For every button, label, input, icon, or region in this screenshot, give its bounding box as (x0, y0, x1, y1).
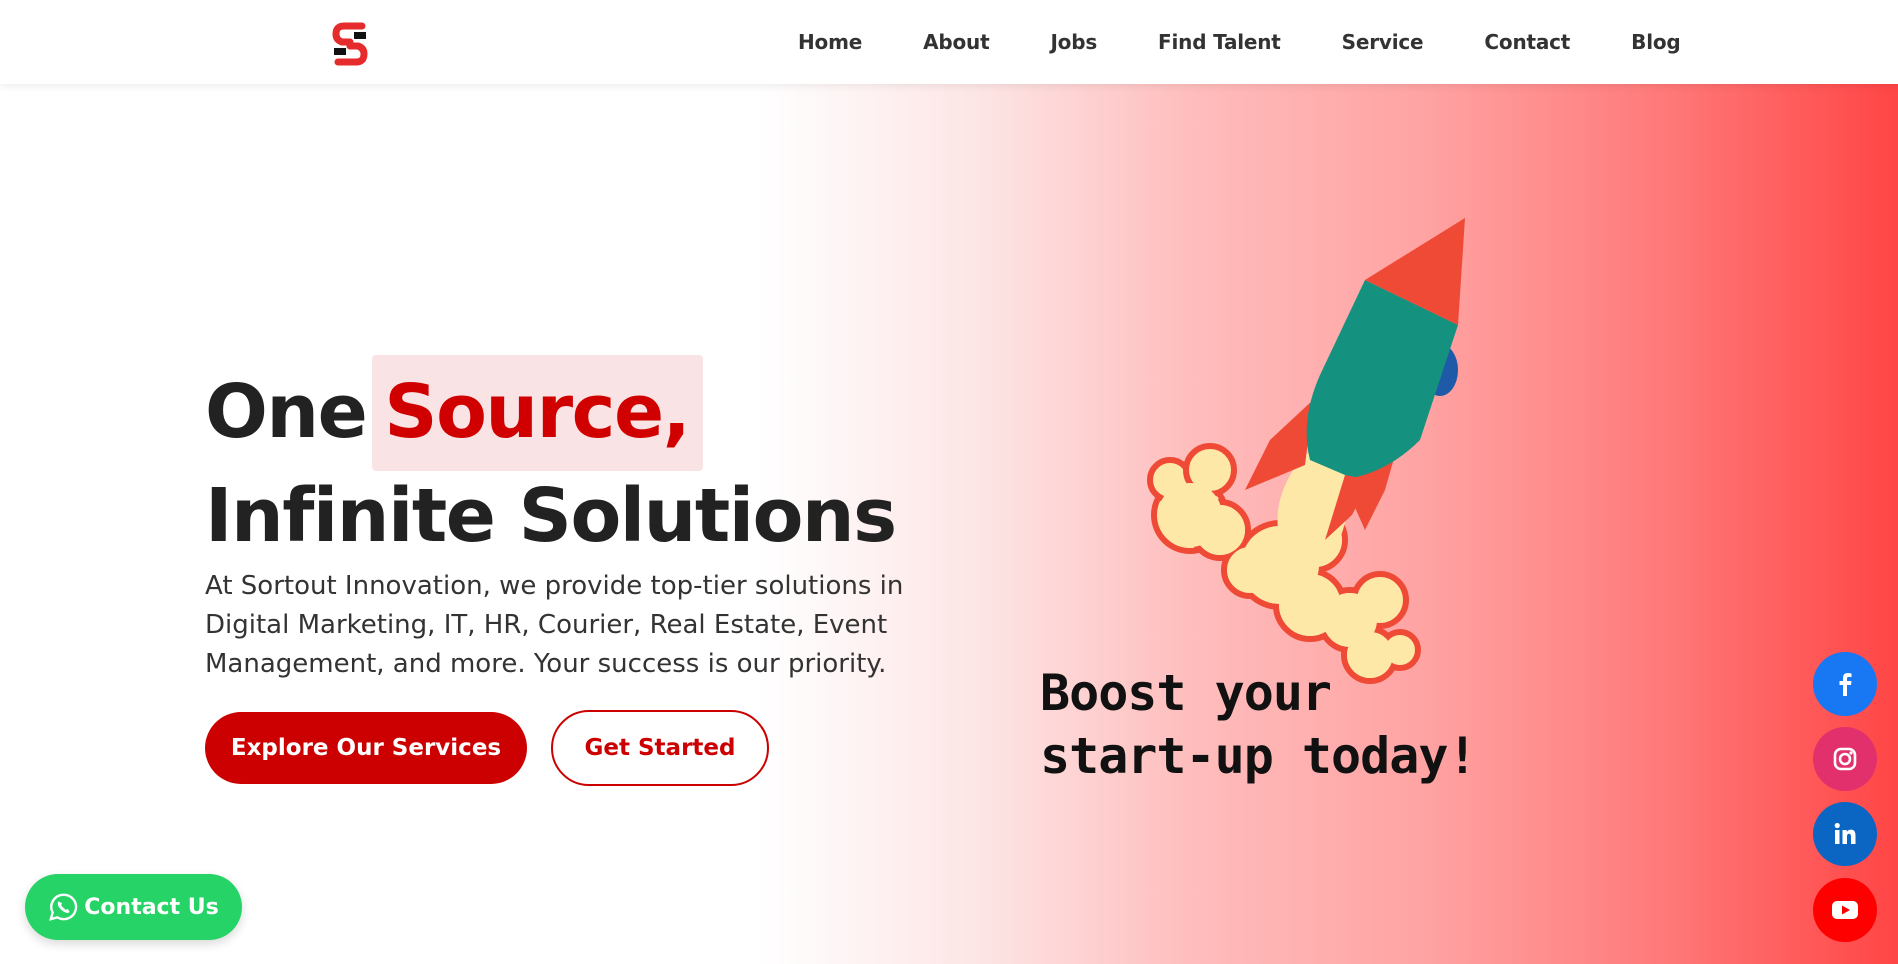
nav-find-talent[interactable]: Find Talent (1158, 30, 1281, 54)
nav-jobs[interactable]: Jobs (1050, 30, 1097, 54)
boost-line1: Boost your (1040, 664, 1332, 722)
boost-line2: start-up today! (1040, 727, 1478, 785)
rocket-illustration (1147, 218, 1465, 684)
nav-contact[interactable]: Contact (1484, 30, 1570, 54)
nav-about[interactable]: About (923, 30, 990, 54)
whatsapp-contact-button[interactable]: Contact Us (25, 874, 242, 940)
facebook-icon (1839, 673, 1852, 696)
hero-headline: One Source, Infinite Solutions (205, 355, 897, 561)
facebook-button[interactable] (1813, 652, 1877, 716)
youtube-icon (1832, 901, 1858, 919)
headline-prefix: One (205, 369, 368, 455)
boost-tagline: Boost your start-up today! (1040, 662, 1478, 788)
instagram-button[interactable] (1813, 727, 1877, 791)
get-started-button[interactable]: Get Started (551, 710, 769, 786)
explore-services-button[interactable]: Explore Our Services (205, 712, 527, 784)
nav-service[interactable]: Service (1342, 30, 1424, 54)
headline-line2: Infinite Solutions (205, 473, 897, 559)
hero-description: At Sortout Innovation, we provide top-ti… (205, 571, 904, 679)
nav-blog[interactable]: Blog (1631, 30, 1681, 54)
nav-home[interactable]: Home (798, 30, 862, 54)
instagram-icon (1833, 747, 1857, 771)
sortout-logo-icon[interactable] (332, 22, 368, 66)
whatsapp-icon (49, 893, 78, 921)
whatsapp-label: Contact Us (84, 894, 219, 920)
linkedin-button[interactable] (1813, 802, 1877, 866)
site-header: Home About Jobs Find Talent Service Cont… (0, 0, 1898, 84)
main-nav: Home About Jobs Find Talent Service Cont… (798, 30, 1681, 54)
linkedin-icon (1834, 822, 1856, 844)
headline-highlight: Source, (372, 355, 704, 471)
youtube-button[interactable] (1813, 878, 1877, 942)
